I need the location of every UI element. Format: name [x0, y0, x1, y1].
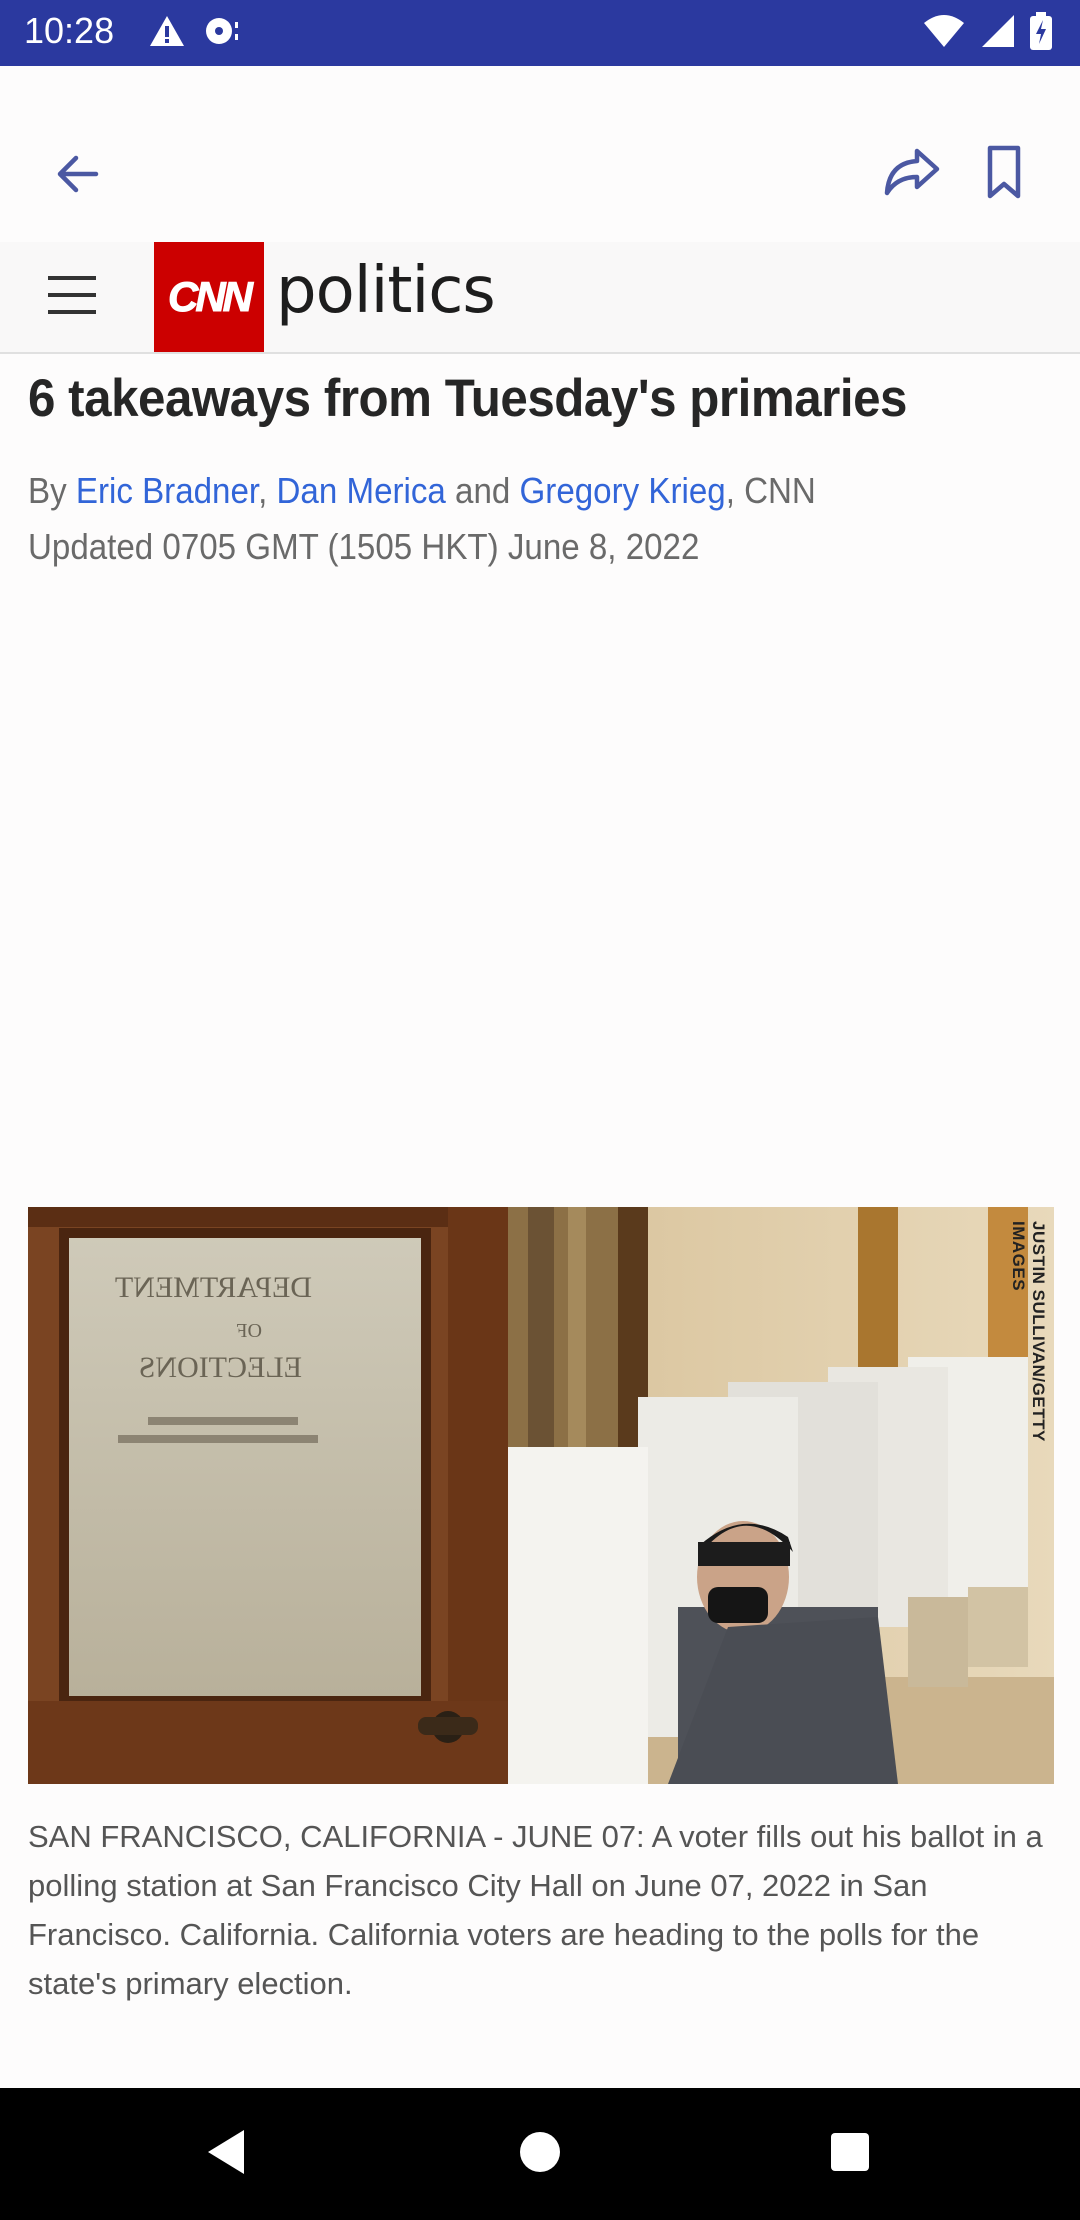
site-header: CNN politics: [0, 242, 1080, 354]
door-text-3: ELECTIONS: [139, 1351, 302, 1384]
door-text-1: DEPARTMENT: [115, 1271, 312, 1304]
record-icon: [204, 14, 244, 53]
hamburger-menu-icon: [44, 276, 100, 324]
section-title: politics: [276, 254, 496, 328]
back-button[interactable]: [40, 138, 116, 214]
share-button[interactable]: [872, 136, 952, 212]
door-text-2: OF: [236, 1320, 262, 1342]
author-link-eric-bradner[interactable]: Eric Bradner: [76, 470, 258, 511]
nav-recents-button[interactable]: [810, 2114, 890, 2194]
article-photo[interactable]: DEPARTMENT OF ELECTIONS JUSTIN SULLIVAN/…: [28, 1207, 1054, 1784]
photo-illustration: DEPARTMENT OF ELECTIONS: [28, 1207, 1054, 1784]
nav-back-icon: [204, 2128, 248, 2181]
photo-caption: SAN FRANCISCO, CALIFORNIA - JUNE 07: A v…: [28, 1819, 1043, 2001]
status-time: 10:28: [24, 10, 115, 51]
signal-icon: [980, 13, 1016, 54]
byline: By Eric Bradner, Dan Merica and Gregory …: [28, 470, 816, 511]
warning-icon: [148, 14, 186, 53]
bookmark-icon: [984, 144, 1024, 205]
share-icon: [883, 147, 941, 202]
nav-recents-icon: [829, 2131, 871, 2178]
nav-home-icon: [518, 2130, 562, 2179]
menu-button[interactable]: [44, 270, 110, 326]
nav-home-button[interactable]: [500, 2114, 580, 2194]
navigation-bar: [0, 2088, 1080, 2220]
author-link-dan-merica[interactable]: Dan Merica: [277, 470, 446, 511]
cnn-logo[interactable]: CNN: [154, 242, 264, 352]
author-link-gregory-krieg[interactable]: Gregory Krieg: [520, 470, 726, 511]
wifi-icon: [922, 13, 966, 54]
photo-credit: JUSTIN SULLIVAN/GETTY IMAGES: [1009, 1221, 1048, 1442]
battery-charging-icon: [1030, 12, 1052, 55]
back-arrow-icon: [54, 152, 102, 201]
updated-timestamp: Updated 0705 GMT (1505 HKT) June 8, 2022: [28, 526, 700, 567]
status-bar: 10:28: [0, 0, 1080, 66]
bookmark-button[interactable]: [966, 136, 1042, 212]
article-headline: 6 takeaways from Tuesday's primaries: [28, 369, 908, 428]
app-bar: [0, 66, 1080, 242]
nav-back-button[interactable]: [186, 2114, 266, 2194]
